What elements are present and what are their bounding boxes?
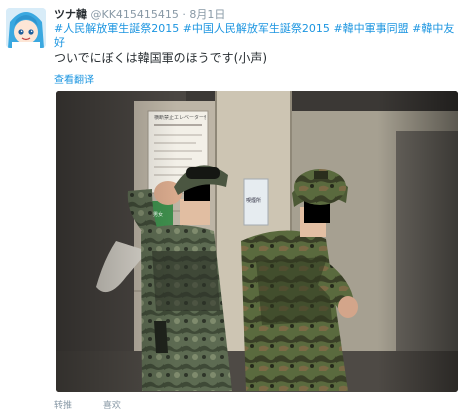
hashtag-link[interactable]: #人民解放軍生誕祭2015	[54, 22, 179, 35]
photo-sign-left: 男女	[153, 212, 164, 218]
translate-link[interactable]: 查看翻译	[54, 71, 94, 86]
hashtag-link[interactable]: #中国人民解放军生誕祭2015	[183, 22, 330, 35]
tweet-photo[interactable]: 横断禁止エレベーター使用禁止 男女 喫煙所	[56, 91, 458, 392]
tweet-text: ついでにぼくは韓国軍のほうです(小声)	[54, 51, 268, 65]
photo-scene	[56, 91, 458, 392]
tweet-date[interactable]: · 8月1日	[182, 8, 225, 21]
tweet-header: ツナ韓 @KK415415415 · 8月1日	[54, 8, 454, 22]
tweet-footer: 转推 喜欢	[54, 398, 149, 411]
user-handle[interactable]: @KK415415415	[91, 8, 179, 21]
anime-avatar-icon	[6, 8, 46, 48]
hashtag-link[interactable]: #韓中軍事同盟	[333, 22, 408, 35]
display-name[interactable]: ツナ韓	[54, 8, 87, 21]
hashtag-list: #人民解放軍生誕祭2015 #中国人民解放军生誕祭2015 #韓中軍事同盟 #韓…	[54, 22, 456, 50]
photo-sign-right: 喫煙所	[246, 198, 262, 204]
avatar[interactable]	[6, 8, 46, 48]
photo-notice-text: 横断禁止エレベーター使用禁止	[154, 115, 206, 121]
